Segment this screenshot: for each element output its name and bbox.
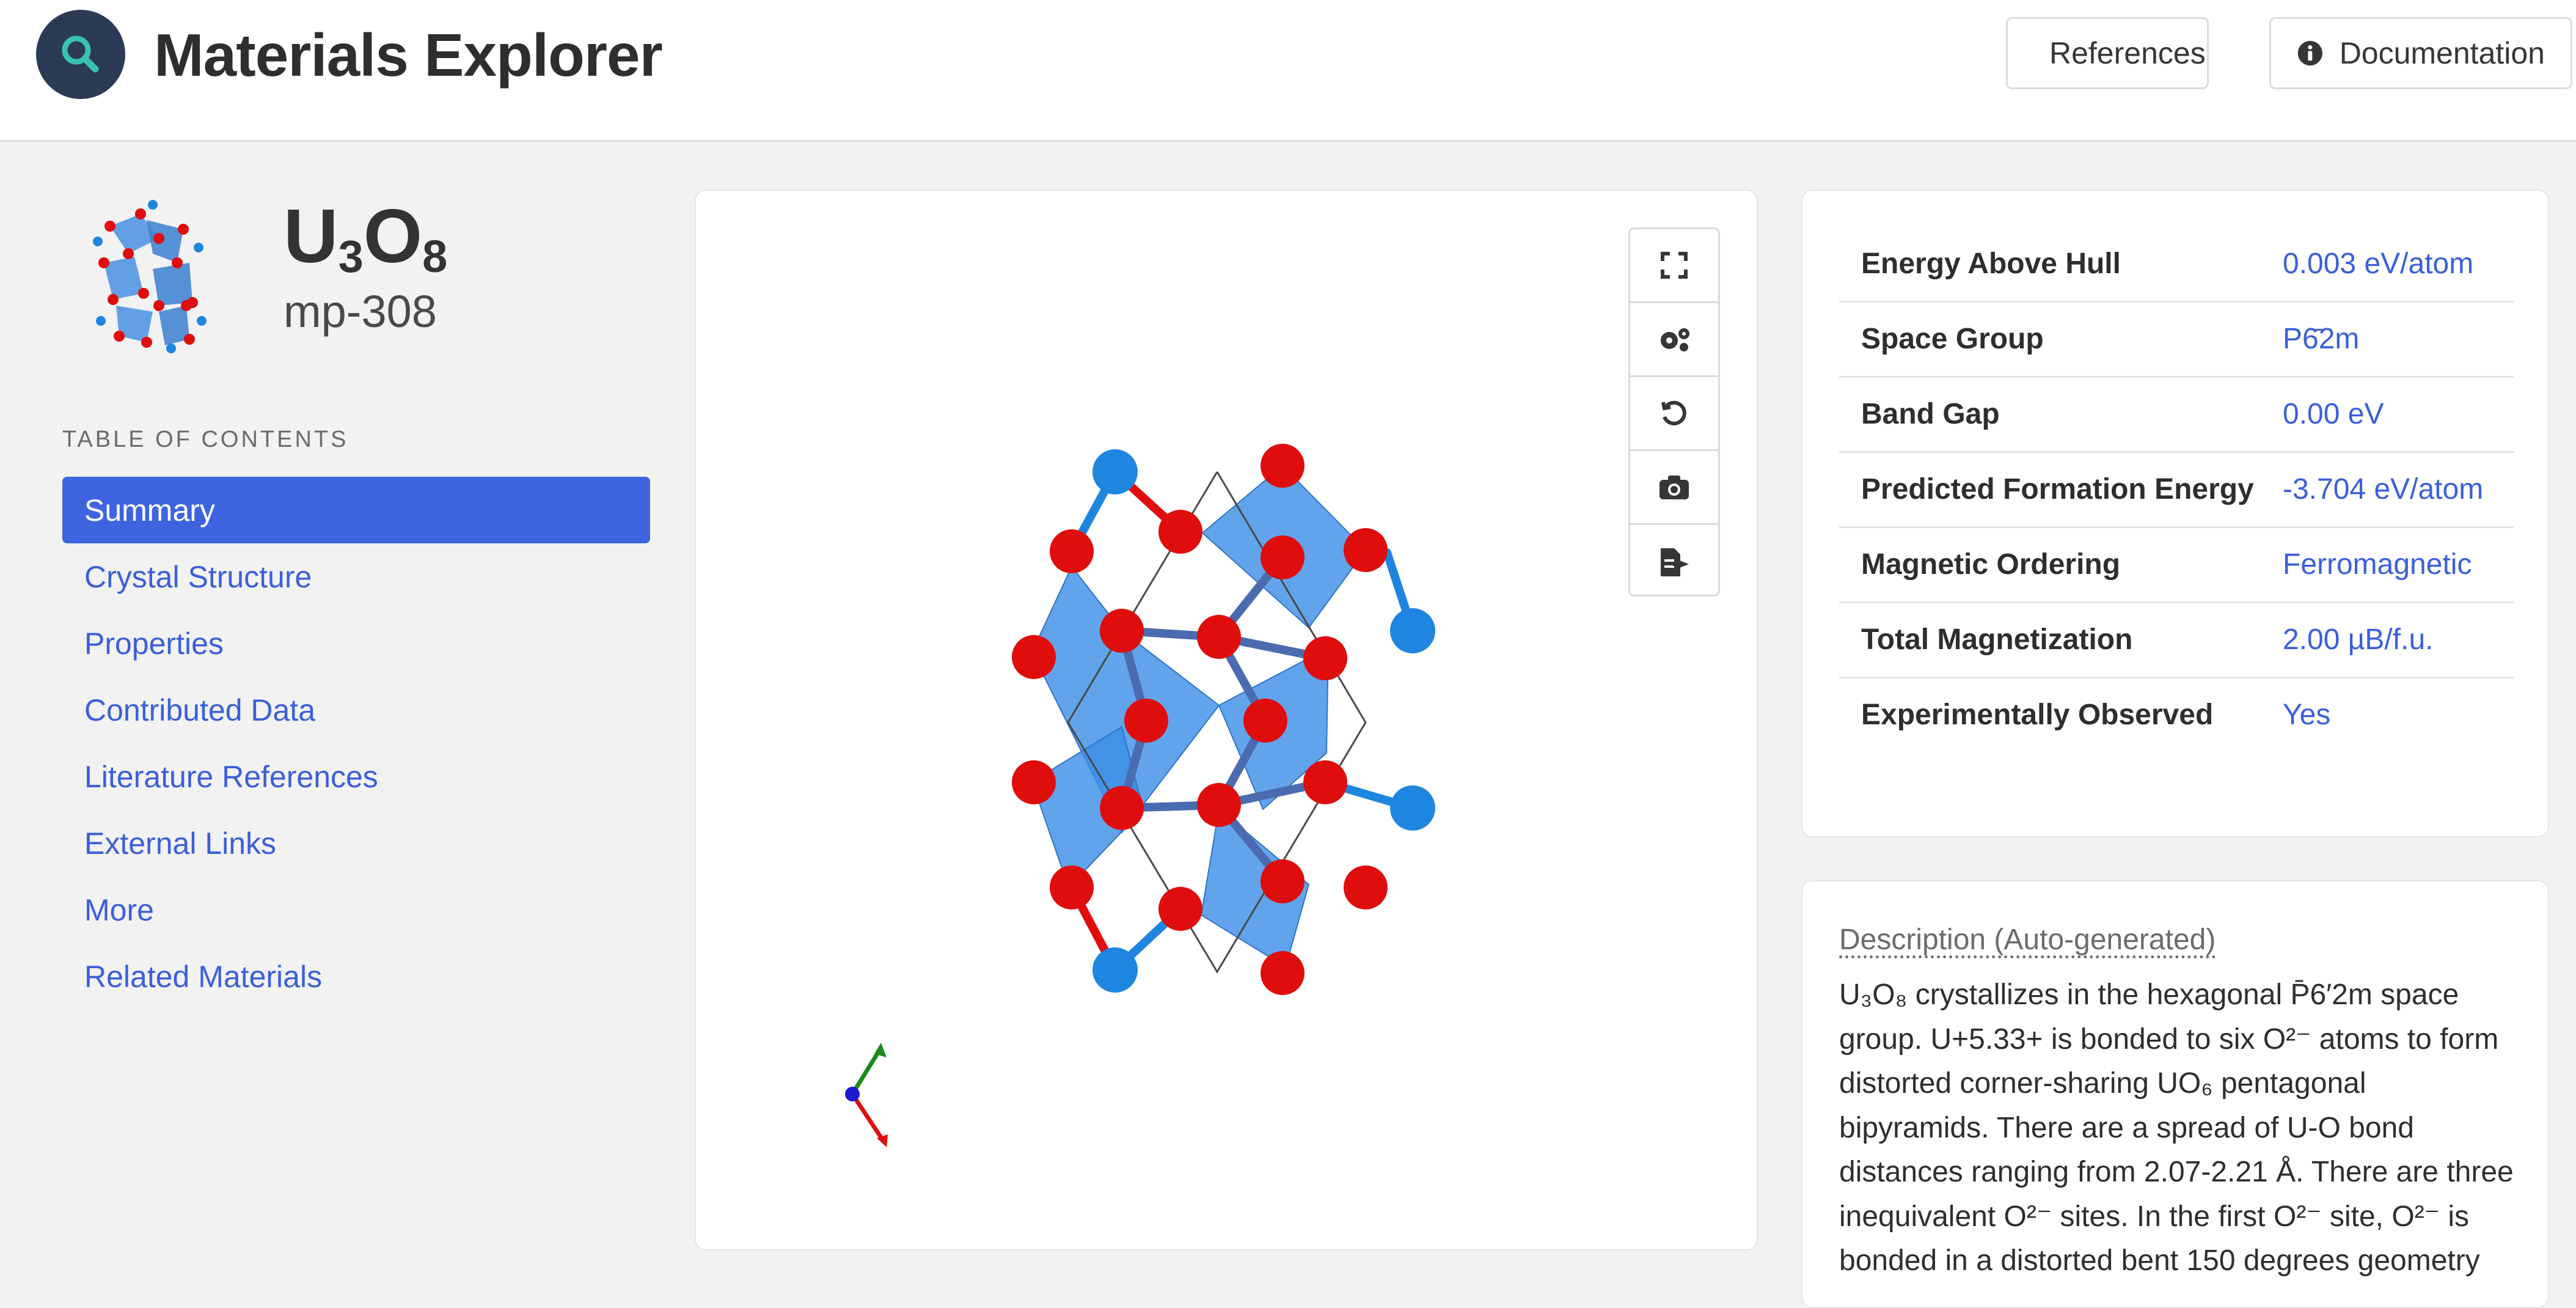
- property-key: Magnetic Ordering: [1861, 548, 2121, 581]
- toc-item-literature-references[interactable]: Literature References: [62, 743, 650, 810]
- toc-item-contributed-data[interactable]: Contributed Data: [62, 677, 650, 743]
- documentation-label: Documentation: [2339, 36, 2545, 70]
- property-value[interactable]: -3.704 eV/atom: [2283, 468, 2503, 512]
- properties-card: Energy Above Hull 0.003 eV/atom Space Gr…: [1801, 189, 2549, 837]
- export-button[interactable]: [1630, 525, 1718, 599]
- property-key: Total Magnetization: [1861, 623, 2133, 656]
- property-key: Space Group: [1861, 323, 2044, 355]
- camera-icon: [1659, 476, 1689, 499]
- table-of-contents: Summary Crystal Structure Properties Con…: [62, 477, 650, 1010]
- formula-element-u: U: [284, 194, 338, 279]
- settings-icon: [1661, 328, 1689, 351]
- property-value[interactable]: Yes: [2283, 693, 2503, 737]
- axis-triad: [845, 1043, 888, 1147]
- property-value[interactable]: Ferromagnetic: [2283, 543, 2503, 587]
- table-row: Space Group P6̄2m: [1839, 303, 2514, 378]
- toc-item-external-links[interactable]: External Links: [62, 810, 650, 876]
- table-row: Total Magnetization 2.00 µB/f.u.: [1839, 603, 2514, 678]
- toc-item-summary[interactable]: Summary: [62, 477, 650, 543]
- app-title: Materials Explorer: [154, 21, 663, 89]
- description-card: Description (Auto-generated) U₃O₈ crysta…: [1801, 880, 2549, 1308]
- property-key: Experimentally Observed: [1861, 699, 2214, 731]
- viewer-toolbar: [1628, 227, 1720, 597]
- property-value[interactable]: 0.003 eV/atom: [2283, 242, 2503, 286]
- property-value[interactable]: 2.00 µB/f.u.: [2283, 618, 2503, 662]
- expand-icon: [1661, 252, 1688, 279]
- reset-icon: [1661, 400, 1686, 425]
- fullscreen-button[interactable]: [1630, 229, 1718, 303]
- top-navbar: Materials Explorer References Documentat…: [0, 0, 2576, 142]
- toc-item-properties[interactable]: Properties: [62, 610, 650, 677]
- toc-item-more[interactable]: More: [62, 876, 650, 943]
- references-label: References: [2049, 36, 2206, 70]
- description-title[interactable]: Description (Auto-generated): [1839, 923, 2216, 957]
- table-row: Magnetic Ordering Ferromagnetic: [1839, 528, 2514, 603]
- reset-view-button[interactable]: [1630, 377, 1718, 451]
- toc-item-crystal-structure[interactable]: Crystal Structure: [62, 543, 650, 610]
- property-key: Band Gap: [1861, 398, 2000, 430]
- structure-thumbnail: [93, 200, 207, 353]
- description-text: U₃O₈ crystallizes in the hexagonal P̄6′2…: [1839, 979, 2514, 1277]
- info-icon: [2297, 40, 2322, 66]
- table-row: Band Gap 0.00 eV: [1839, 378, 2514, 453]
- material-id: mp-308: [284, 286, 437, 337]
- crystal-structure-canvas[interactable]: [696, 191, 1759, 1252]
- references-button[interactable]: References: [2006, 17, 2209, 89]
- documentation-button[interactable]: Documentation: [2269, 17, 2572, 89]
- table-row: Predicted Formation Energy -3.704 eV/ato…: [1839, 453, 2514, 528]
- toc-item-related-materials[interactable]: Related Materials: [62, 943, 650, 1010]
- settings-button[interactable]: [1630, 303, 1718, 377]
- search-icon: [62, 35, 99, 73]
- formula-subscript-u: 3: [338, 231, 364, 282]
- property-key: Predicted Formation Energy: [1861, 473, 2254, 505]
- property-value[interactable]: P6̄2m: [2283, 317, 2503, 361]
- property-value[interactable]: 0.00 eV: [2283, 392, 2503, 436]
- export-icon: [1661, 548, 1689, 576]
- formula-subscript-o: 8: [422, 231, 448, 282]
- toc-heading: TABLE OF CONTENTS: [62, 427, 349, 452]
- table-row: Experimentally Observed Yes: [1839, 678, 2514, 752]
- properties-table: Energy Above Hull 0.003 eV/atom Space Gr…: [1839, 227, 2514, 752]
- screenshot-button[interactable]: [1630, 451, 1718, 525]
- formula-element-o: O: [363, 194, 423, 279]
- table-row: Energy Above Hull 0.003 eV/atom: [1839, 227, 2514, 303]
- app-logo[interactable]: [36, 10, 125, 99]
- structure-viewer[interactable]: [695, 189, 1758, 1251]
- property-key: Energy Above Hull: [1861, 248, 2121, 280]
